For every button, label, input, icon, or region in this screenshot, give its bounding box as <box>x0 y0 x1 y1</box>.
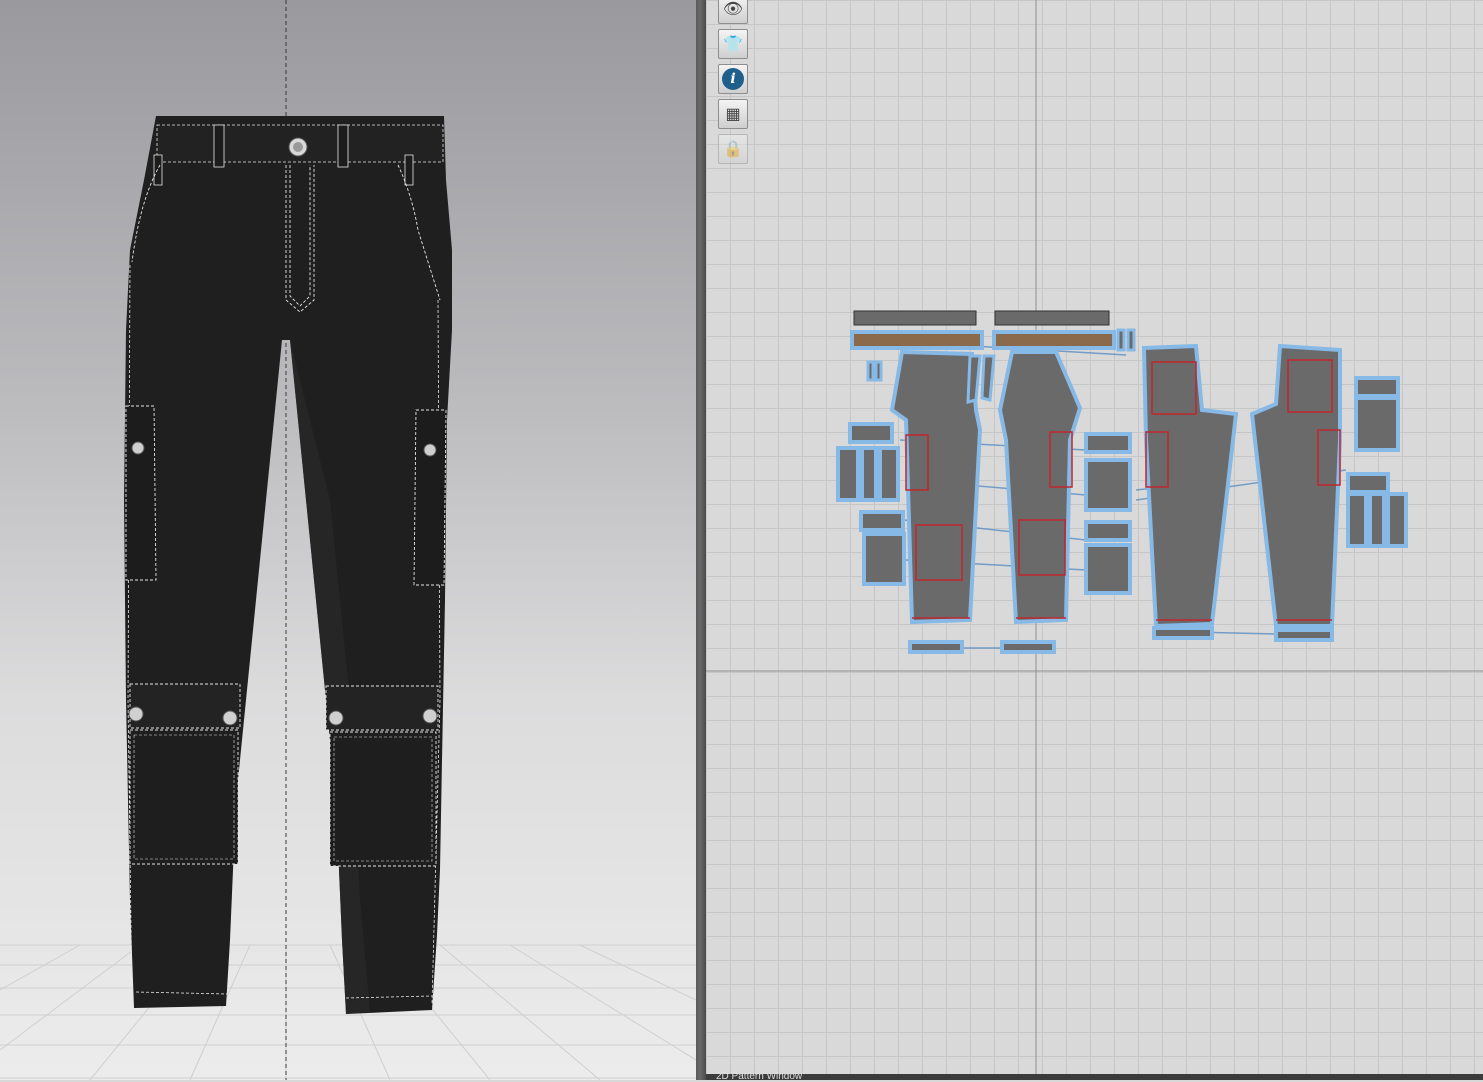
show-avatar-tool[interactable]: 👁 <box>718 0 748 24</box>
cuff-piece[interactable] <box>1152 626 1214 640</box>
lock-garment-tool[interactable]: 🔒 <box>718 134 748 164</box>
cuff-piece[interactable] <box>1274 628 1334 642</box>
pocket-piece[interactable] <box>1386 492 1408 548</box>
cargo-pocket-right <box>413 409 447 586</box>
bottom-tab-label: 2D Pattern Window <box>716 1071 803 1082</box>
pocket-piece[interactable] <box>1346 492 1368 548</box>
belt-loop <box>337 124 349 168</box>
2d-pattern-canvas[interactable] <box>706 0 1483 1080</box>
knee-button <box>128 706 144 722</box>
show-grid-tool[interactable]: ▦ <box>718 99 748 129</box>
pants-silhouette <box>124 116 452 1014</box>
cargo-pocket-left <box>125 405 157 581</box>
show-garment-tool[interactable]: 👕 <box>718 29 748 59</box>
waistband-piece[interactable] <box>853 310 977 326</box>
cargo-pocket-button-left <box>131 441 145 455</box>
shirt-icon: 👕 <box>723 36 743 53</box>
pocket-piece[interactable] <box>1084 543 1132 595</box>
knee-button <box>422 708 438 724</box>
information-tool[interactable]: i <box>718 64 748 94</box>
pocket-piece[interactable] <box>860 446 878 502</box>
knee-pocket-left <box>129 729 239 865</box>
belt-loop-piece[interactable] <box>1116 328 1126 352</box>
window-splitter[interactable] <box>696 0 706 1080</box>
pocket-piece[interactable] <box>836 446 860 502</box>
pocket-flap-piece[interactable] <box>859 510 905 532</box>
lock-shirt-icon: 🔒 <box>723 141 743 158</box>
2d-viewport-toolbar: 👁 👕 i ▦ 🔒 <box>718 0 752 169</box>
belt-loop <box>153 154 163 186</box>
fly-piece[interactable] <box>966 354 982 404</box>
pocket-flap-piece[interactable] <box>1346 472 1390 494</box>
knee-pocket-right <box>329 731 437 867</box>
waistband-piece[interactable] <box>994 310 1110 326</box>
waistband-piece-selected[interactable] <box>992 330 1116 350</box>
eye-pen-icon: 👁 <box>722 1 744 18</box>
belt-loop-piece[interactable] <box>1126 328 1136 352</box>
belt-loop-piece[interactable] <box>874 360 883 382</box>
waistband-piece-selected[interactable] <box>850 330 984 350</box>
cargo-pants-3d[interactable] <box>124 116 452 1014</box>
belt-loop-piece[interactable] <box>866 360 875 382</box>
cuff-piece[interactable] <box>1000 640 1056 654</box>
back-leg-pieces[interactable] <box>1141 343 1342 629</box>
pocket-flap-piece[interactable] <box>1084 520 1132 542</box>
pocket-piece[interactable] <box>862 532 906 586</box>
bottom-window-tab[interactable]: 2D Pattern Window <box>706 1071 1483 1082</box>
back-leg-right[interactable] <box>1249 343 1342 628</box>
pocket-piece[interactable] <box>878 446 900 502</box>
fly-piece[interactable] <box>980 354 996 402</box>
knee-pocket-flap-right <box>325 685 439 731</box>
info-icon: i <box>722 68 744 90</box>
cargo-pocket-button-right <box>423 443 437 457</box>
2d-pattern-viewport[interactable]: 👁 👕 i ▦ 🔒 <box>706 0 1483 1080</box>
pocket-pieces-right[interactable] <box>1346 376 1408 548</box>
pocket-piece[interactable] <box>1368 492 1386 548</box>
pocket-piece[interactable] <box>1084 458 1132 512</box>
pocket-piece[interactable] <box>1354 396 1400 452</box>
belt-loop <box>404 154 414 186</box>
waist-button-center <box>293 142 303 152</box>
3d-scene[interactable] <box>0 0 696 1080</box>
pocket-flap-piece[interactable] <box>1354 376 1400 398</box>
pocket-flap-piece[interactable] <box>848 422 894 444</box>
pocket-flap-piece[interactable] <box>1084 432 1132 454</box>
pocket-pieces-left[interactable] <box>836 422 906 586</box>
belt-loop <box>213 124 225 168</box>
pocket-pieces-middle[interactable] <box>1084 432 1132 595</box>
knee-button <box>222 710 238 726</box>
3d-viewport[interactable] <box>0 0 696 1080</box>
cuff-piece[interactable] <box>908 640 964 654</box>
back-leg-left[interactable] <box>1141 343 1239 629</box>
grid-icon: ▦ <box>725 106 741 123</box>
knee-button <box>328 710 344 726</box>
